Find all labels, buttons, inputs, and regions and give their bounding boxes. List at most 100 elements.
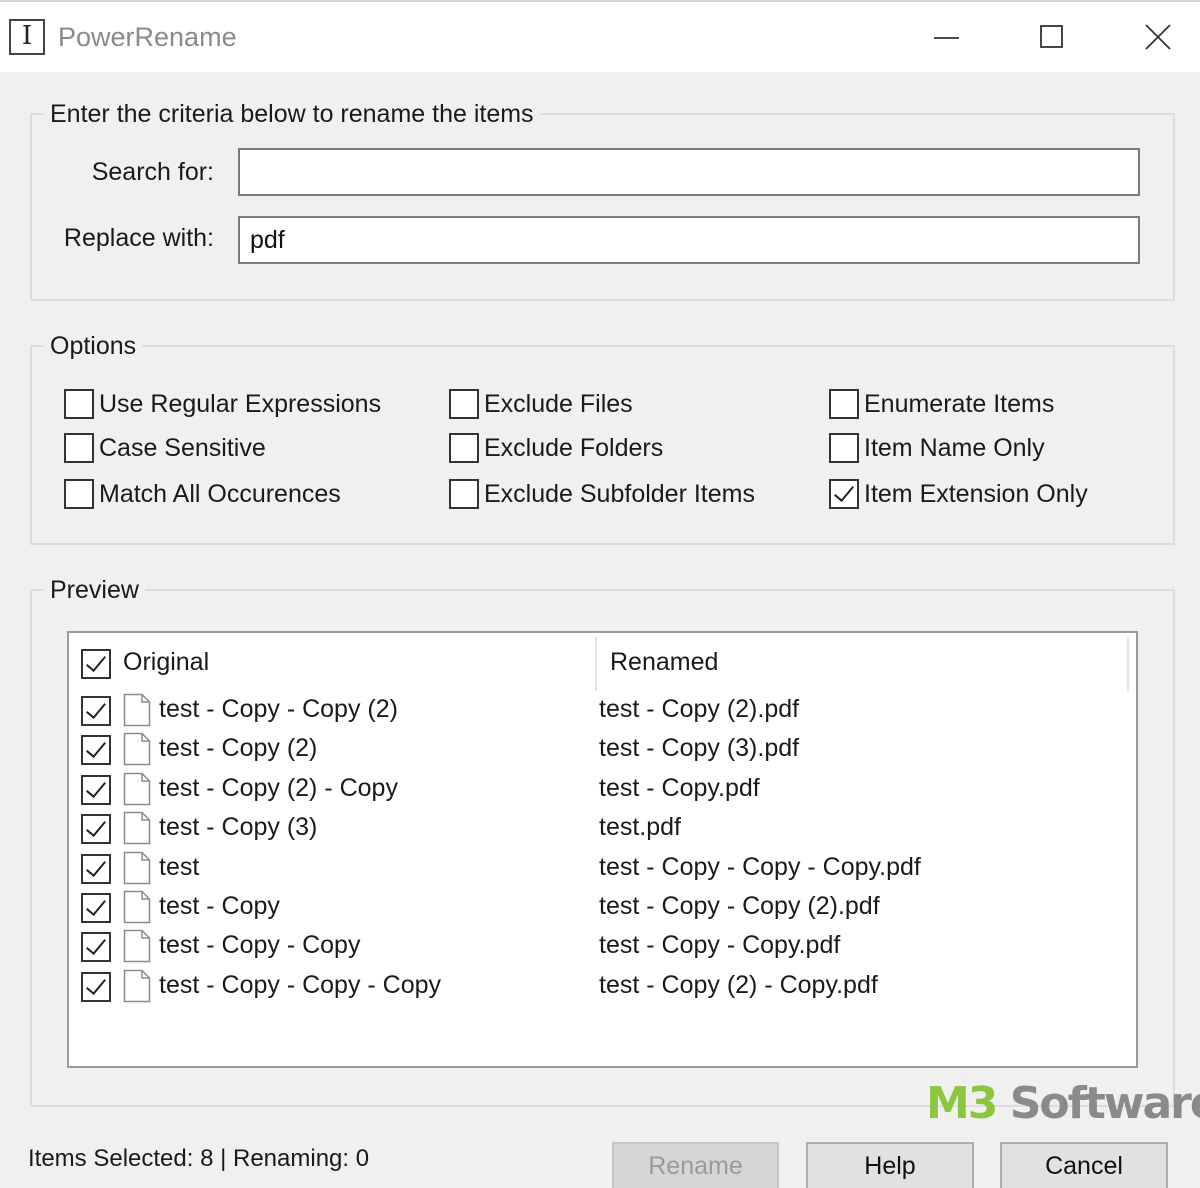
column-header-renamed-label: Renamed bbox=[610, 647, 719, 676]
list-header: Original Renamed bbox=[69, 633, 1136, 691]
use-regex-box[interactable] bbox=[64, 389, 94, 419]
maximize-button[interactable] bbox=[1022, 12, 1082, 64]
file-icon bbox=[123, 890, 151, 924]
list-item[interactable]: test test - Copy - Copy - Copy.pdf bbox=[69, 850, 1136, 889]
watermark-logo: M3 Software bbox=[926, 1078, 1200, 1129]
case-sensitive-checkbox[interactable]: Case Sensitive bbox=[64, 431, 266, 465]
original-name: test - Copy - Copy bbox=[159, 931, 361, 960]
renamed-name: test - Copy.pdf bbox=[599, 773, 760, 802]
case-sensitive-box[interactable] bbox=[64, 433, 94, 463]
row-checkbox[interactable] bbox=[81, 932, 111, 963]
column-divider-end bbox=[1127, 637, 1129, 691]
criteria-group-title: Enter the criteria below to rename the i… bbox=[44, 99, 540, 129]
renamed-name: test - Copy (2).pdf bbox=[599, 695, 800, 723]
exclude-subfolder-box[interactable] bbox=[449, 479, 479, 509]
match-all-label: Match All Occurences bbox=[99, 479, 341, 508]
list-item[interactable]: test - Copy (2) test - Copy (3).pdf bbox=[69, 731, 1136, 770]
row-checkbox[interactable] bbox=[81, 774, 111, 805]
watermark-part2: Software bbox=[996, 1078, 1200, 1129]
use-regex-label: Use Regular Expressions bbox=[99, 389, 382, 418]
renamed-name: test - Copy - Copy - Copy.pdf bbox=[599, 852, 921, 881]
original-name: test - Copy (3) bbox=[159, 813, 318, 842]
match-all-checkbox[interactable]: Match All Occurences bbox=[64, 477, 341, 511]
case-sensitive-label: Case Sensitive bbox=[99, 433, 266, 462]
item-extension-only-checkbox[interactable]: Item Extension Only bbox=[829, 477, 1088, 511]
rename-button[interactable]: Rename bbox=[612, 1142, 779, 1188]
item-extension-only-label: Item Extension Only bbox=[864, 479, 1088, 508]
column-header-renamed[interactable]: Renamed bbox=[610, 633, 1120, 691]
list-item[interactable]: test - Copy test - Copy - Copy (2).pdf bbox=[69, 889, 1136, 928]
original-name: test - Copy (2) - Copy bbox=[159, 773, 398, 802]
column-header-original[interactable]: Original bbox=[123, 633, 593, 691]
window-title: PowerRename bbox=[58, 22, 237, 52]
file-icon bbox=[123, 733, 151, 766]
file-icon bbox=[123, 930, 151, 963]
watermark-part1: M3 bbox=[926, 1078, 998, 1129]
original-name: test bbox=[159, 852, 200, 881]
list-item[interactable]: test - Copy - Copy (2) test - Copy (2).pd… bbox=[69, 692, 1136, 731]
enumerate-items-box[interactable] bbox=[829, 389, 859, 419]
search-label: Search for: bbox=[91, 158, 214, 186]
renamed-name: test - Copy (2) - Copy.pdf bbox=[599, 970, 878, 999]
file-icon bbox=[123, 811, 151, 845]
exclude-subfolder-label: Exclude Subfolder Items bbox=[484, 479, 755, 508]
list-item[interactable]: test - Copy (3) test.pdf bbox=[69, 810, 1136, 849]
maximize-icon bbox=[1040, 25, 1063, 48]
replace-label: Replace with: bbox=[63, 224, 214, 252]
original-name: test - Copy - Copy (2) bbox=[159, 695, 398, 723]
renamed-name: test - Copy - Copy.pdf bbox=[599, 931, 841, 960]
file-icon bbox=[123, 851, 151, 884]
item-name-only-box[interactable] bbox=[829, 433, 859, 463]
item-extension-only-box[interactable] bbox=[829, 479, 859, 509]
file-icon bbox=[123, 969, 151, 1003]
file-icon bbox=[123, 772, 151, 806]
exclude-folders-checkbox[interactable]: Exclude Folders bbox=[449, 431, 663, 465]
list-item[interactable]: test - Copy (2) - Copy test - Copy.pdf bbox=[69, 771, 1136, 810]
exclude-files-box[interactable] bbox=[449, 389, 479, 419]
search-input[interactable] bbox=[238, 148, 1140, 196]
replace-input[interactable] bbox=[238, 216, 1140, 264]
row-checkbox[interactable] bbox=[81, 893, 111, 923]
help-button[interactable]: Help bbox=[806, 1142, 974, 1188]
options-group-title: Options bbox=[44, 331, 143, 361]
exclude-files-checkbox[interactable]: Exclude Files bbox=[449, 387, 633, 421]
exclude-files-label: Exclude Files bbox=[484, 389, 633, 418]
title-bar: I PowerRename bbox=[0, 0, 1200, 72]
close-icon bbox=[1145, 24, 1171, 50]
file-icon bbox=[123, 693, 151, 727]
criteria-group: Enter the criteria below to rename the i… bbox=[30, 99, 1175, 301]
enumerate-items-label: Enumerate Items bbox=[864, 389, 1055, 418]
exclude-folders-box[interactable] bbox=[449, 433, 479, 463]
row-checkbox[interactable] bbox=[81, 971, 111, 1002]
original-name: test - Copy bbox=[159, 892, 280, 920]
list-item[interactable]: test - Copy - Copy test - Copy - Copy.pdf bbox=[69, 928, 1136, 967]
row-checkbox[interactable] bbox=[81, 814, 111, 845]
status-text: Items Selected: 8 | Renaming: 0 bbox=[28, 1145, 370, 1172]
item-name-only-label: Item Name Only bbox=[864, 433, 1045, 462]
item-name-only-checkbox[interactable]: Item Name Only bbox=[829, 431, 1045, 465]
exclude-folders-label: Exclude Folders bbox=[484, 433, 664, 462]
renamed-name: test - Copy (3).pdf bbox=[599, 734, 800, 763]
app-icon: I bbox=[9, 19, 45, 55]
preview-group-title: Preview bbox=[44, 575, 145, 605]
use-regex-checkbox[interactable]: Use Regular Expressions bbox=[64, 387, 381, 421]
select-all-checkbox[interactable] bbox=[81, 649, 111, 679]
match-all-box[interactable] bbox=[64, 479, 94, 509]
list-item[interactable]: test - Copy - Copy - Copy test - Copy (2)… bbox=[69, 968, 1136, 1007]
original-name: test - Copy (2) bbox=[159, 734, 318, 763]
preview-list[interactable]: Original Renamed test - Copy - Copy (2) t… bbox=[67, 631, 1138, 1068]
original-name: test - Copy - Copy - Copy bbox=[159, 970, 442, 999]
renamed-name: test - Copy - Copy (2).pdf bbox=[599, 892, 880, 920]
exclude-subfolder-checkbox[interactable]: Exclude Subfolder Items bbox=[449, 477, 755, 511]
minimize-button[interactable] bbox=[916, 12, 976, 64]
column-divider[interactable] bbox=[595, 637, 597, 691]
row-checkbox[interactable] bbox=[81, 853, 111, 884]
cancel-button[interactable]: Cancel bbox=[1000, 1142, 1168, 1188]
enumerate-items-checkbox[interactable]: Enumerate Items bbox=[829, 387, 1054, 421]
close-button[interactable] bbox=[1128, 12, 1188, 64]
row-checkbox[interactable] bbox=[81, 735, 111, 766]
renamed-name: test.pdf bbox=[599, 813, 681, 842]
column-header-original-label: Original bbox=[123, 647, 210, 676]
minimize-icon bbox=[934, 37, 959, 39]
row-checkbox[interactable] bbox=[81, 696, 111, 726]
